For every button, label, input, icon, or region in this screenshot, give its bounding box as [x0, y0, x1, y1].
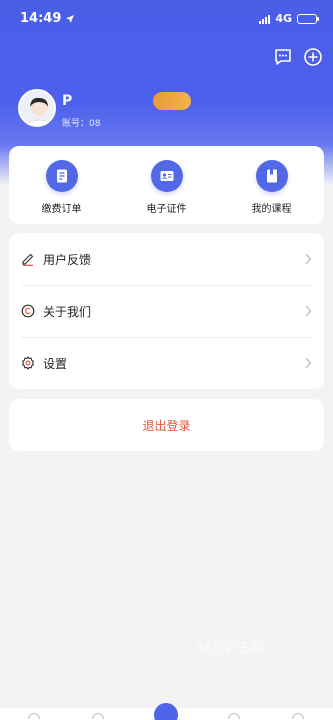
watermark: 365学法网 — [195, 641, 264, 657]
menu-item-settings[interactable]: 设置 — [9, 337, 324, 389]
menu-item-label: 关于我们 — [43, 304, 92, 319]
gear-icon — [22, 356, 34, 370]
account-number: 账号：08 — [62, 119, 101, 129]
chevron-right-icon — [305, 305, 312, 317]
time-text: 14:49 — [20, 11, 62, 26]
study-tab-icon[interactable] — [228, 713, 240, 719]
menu-item-label: 用户反馈 — [43, 252, 92, 267]
menu-item-feedback[interactable]: 用户反馈 — [9, 233, 324, 285]
quick-action-label: 缴费订单 — [41, 204, 82, 215]
courses-tab-icon[interactable] — [92, 713, 104, 719]
add-icon[interactable] — [303, 47, 323, 67]
message-icon[interactable] — [273, 47, 293, 67]
quick-action-orders[interactable]: 缴费订单 — [17, 160, 107, 224]
menu-item-about[interactable]: 关于我们 — [9, 285, 324, 337]
menu-item-label: 设置 — [43, 356, 68, 371]
profile-tab-icon[interactable] — [292, 713, 304, 719]
home-tab-icon[interactable] — [28, 713, 40, 719]
profile-name: P — [62, 93, 74, 109]
copyright-icon — [21, 304, 35, 318]
center-tab-button[interactable] — [154, 703, 178, 720]
member-badge[interactable] — [153, 92, 191, 110]
battery-icon — [297, 13, 319, 24]
logout-button[interactable]: 退出登录 — [9, 399, 324, 451]
status-time: 14:49 — [20, 11, 75, 26]
signal-icon — [259, 14, 271, 24]
pencil-icon — [22, 253, 34, 266]
quick-action-label: 我的课程 — [251, 204, 292, 215]
quick-action-courses[interactable]: 我的课程 — [227, 160, 317, 224]
avatar[interactable] — [18, 89, 56, 127]
chevron-right-icon — [305, 253, 312, 265]
document-icon — [45, 160, 78, 192]
settings-menu: 用户反馈 关于我们 设置 — [9, 233, 324, 389]
status-bar: 14:49 4G — [0, 0, 333, 40]
book-icon — [255, 160, 288, 192]
quick-action-label: 电子证件 — [146, 204, 187, 215]
quick-actions-card: 缴费订单 电子证件 我的课程 — [9, 146, 324, 224]
header-actions — [273, 47, 323, 67]
logout-label: 退出登录 — [142, 418, 191, 433]
network-label: 4G — [275, 12, 292, 25]
chevron-right-icon — [305, 357, 312, 369]
quick-action-id-card[interactable]: 电子证件 — [122, 160, 212, 224]
location-arrow-icon — [66, 14, 75, 23]
id-card-icon — [150, 160, 183, 192]
status-indicators: 4G — [259, 12, 319, 25]
